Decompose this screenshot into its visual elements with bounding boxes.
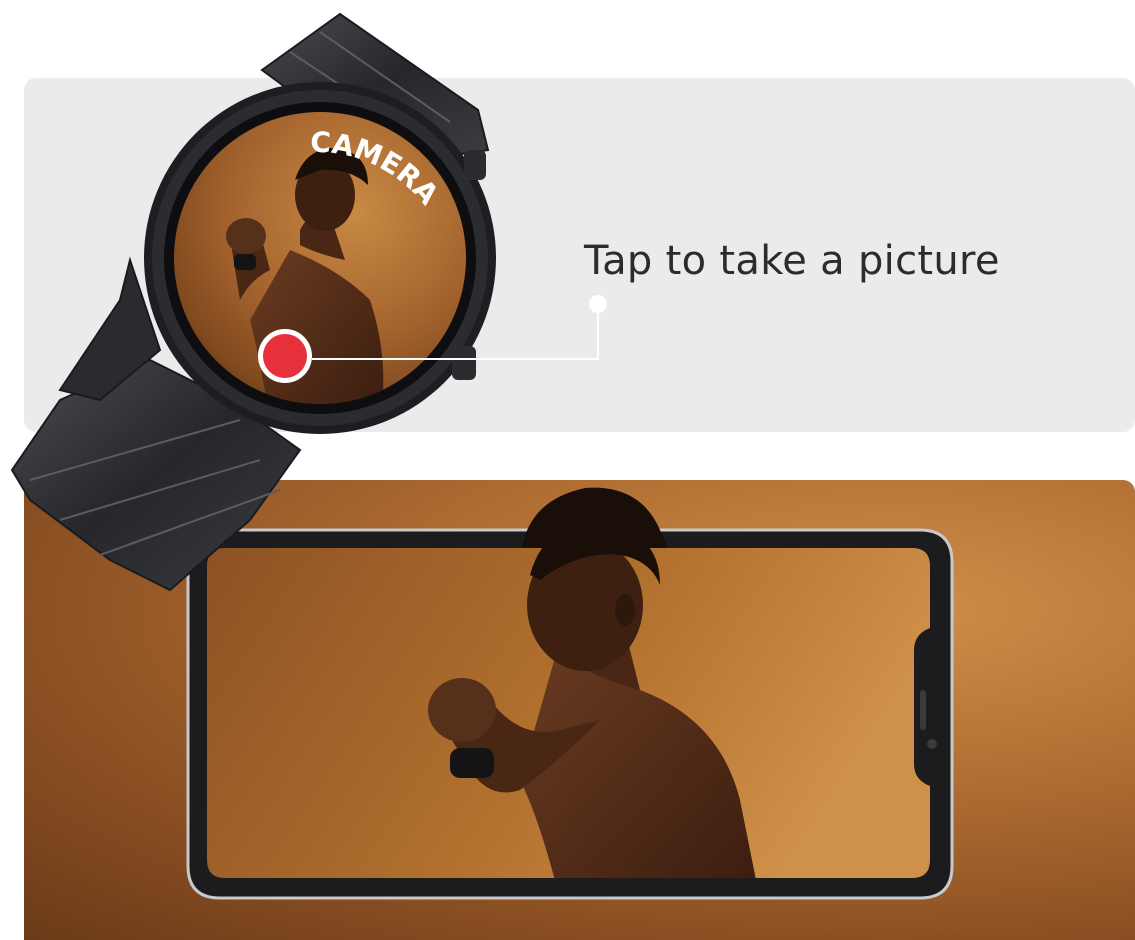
phone-device	[186, 528, 954, 900]
shutter-button[interactable]	[258, 329, 312, 383]
product-illustration: CAMERA	[10, 12, 954, 900]
subject-head-overflow	[522, 487, 668, 548]
